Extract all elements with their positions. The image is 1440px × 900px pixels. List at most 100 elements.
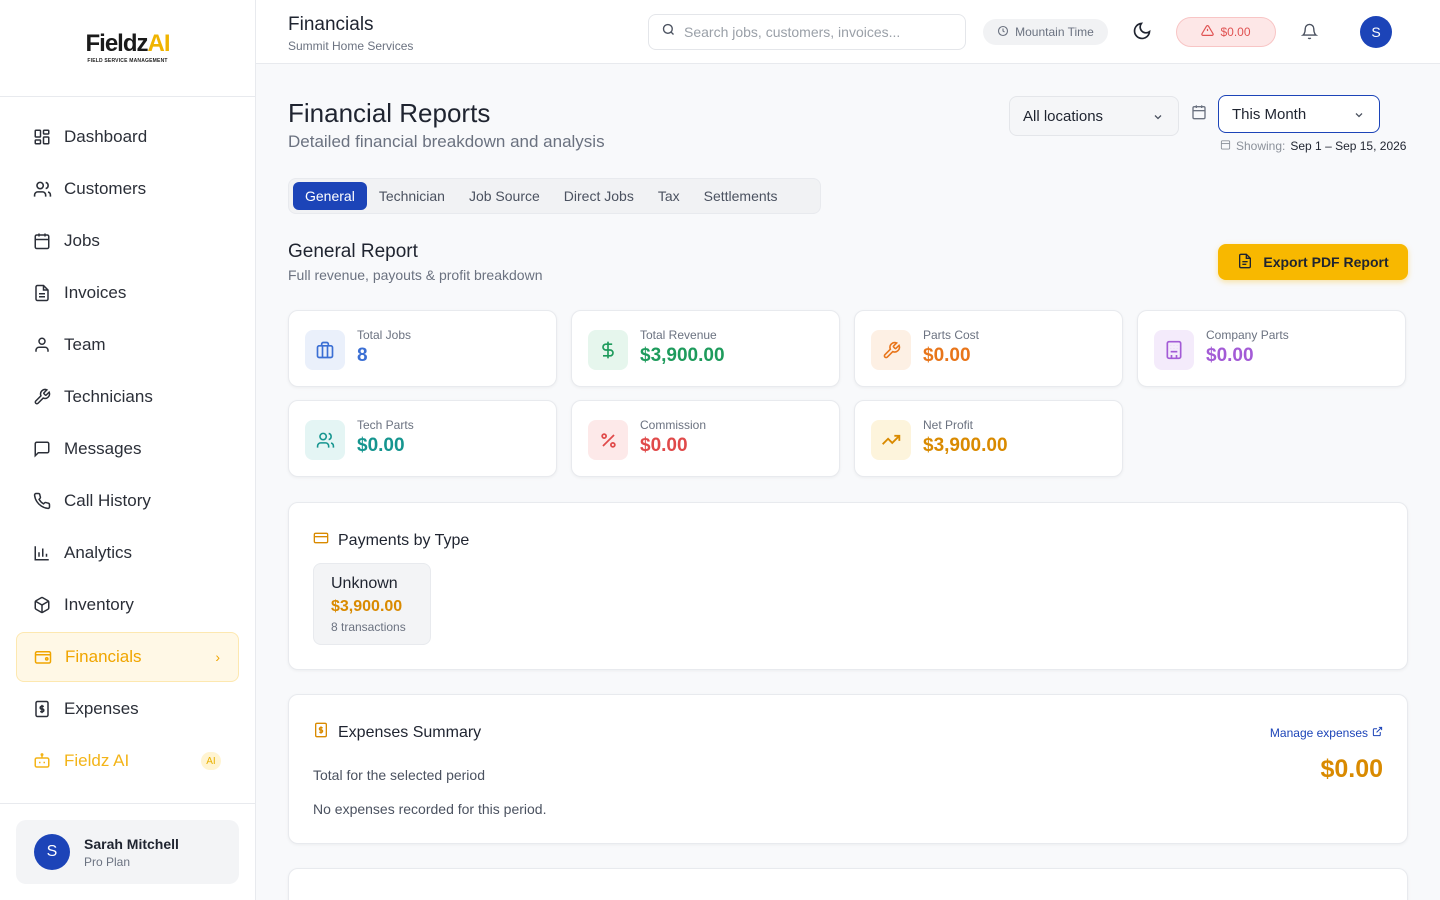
sidebar-item-label: Call History [64,491,151,510]
tab-tax[interactable]: Tax [646,182,692,210]
calendar-icon [32,231,52,251]
sidebar-item-label: Fieldz AI [64,751,130,770]
page-title: Financial Reports [288,98,491,128]
file-text-icon [1237,253,1253,272]
sidebar-item-label: Financials [65,647,142,666]
stat-card-commission: Commission $0.00 [571,400,840,477]
stat-card-total-jobs: Total Jobs 8 [288,310,557,387]
stat-label: Commission [640,418,707,432]
chevron-down-icon [1152,110,1164,127]
sidebar-item-label: Messages [64,439,142,458]
sidebar-item-customers[interactable]: Customers [16,163,239,215]
stat-label: Total Jobs [357,328,412,342]
timezone-badge[interactable]: Mountain Time [983,19,1108,45]
wrench-icon [32,387,52,407]
trending-up-icon [871,420,911,460]
payment-type-amount: $3,900.00 [331,598,403,615]
calendar-icon [1191,104,1207,125]
stat-card-tech-parts: Tech Parts $0.00 [288,400,557,477]
export-pdf-button[interactable]: Export PDF Report [1218,244,1408,280]
expenses-total-label: Total for the selected period [313,767,485,783]
sidebar-item-team[interactable]: Team [16,319,239,371]
logo-tagline: FIELD SERVICE MANAGEMENT [87,58,168,64]
sidebar-item-call-history[interactable]: Call History [16,475,239,527]
sidebar-item-inventory[interactable]: Inventory [16,579,239,631]
logo-ai: AI [147,30,171,57]
header-avatar[interactable]: S [1360,16,1392,48]
user-name: Sarah Mitchell [84,835,179,852]
user-icon [32,335,52,355]
dark-mode-toggle-moon-icon[interactable] [1132,21,1152,46]
tab-settlements[interactable]: Settlements [692,182,790,210]
report-tabs: General Technician Job Source Direct Job… [288,178,821,214]
bell-icon[interactable] [1300,23,1319,45]
payments-by-type-card: Payments by Type Unknown $3,900.00 8 tra… [288,502,1408,670]
header-title: Financials [288,14,374,35]
stat-value: $0.00 [1206,345,1254,366]
credit-card-icon [313,530,329,551]
briefcase-icon [305,330,345,370]
sidebar-item-jobs[interactable]: Jobs [16,215,239,267]
payment-type-item: Unknown $3,900.00 8 transactions [313,563,431,645]
payment-type-count: 8 transactions [331,620,406,634]
top-header: Financials Summit Home Services Mountain… [256,0,1440,64]
search-box[interactable] [648,14,966,50]
tab-job-source[interactable]: Job Source [457,182,552,210]
timezone-label: Mountain Time [1015,25,1094,39]
stat-value: $0.00 [357,435,405,456]
clock-icon [997,25,1009,40]
sidebar-item-label: Expenses [64,699,139,718]
sidebar-item-financials[interactable]: Financials › [16,632,239,682]
logo-name: Fieldz [85,30,148,57]
payment-type-name: Unknown [331,575,398,592]
package-icon [32,595,52,615]
sidebar-item-label: Inventory [64,595,134,614]
stat-card-net-profit: Net Profit $3,900.00 [854,400,1123,477]
user-plan: Pro Plan [84,854,131,869]
alert-amount: $0.00 [1220,25,1251,39]
sidebar-item-expenses[interactable]: Expenses [16,683,239,735]
stat-label: Tech Parts [357,418,414,432]
search-input[interactable] [684,24,944,40]
sidebar: FieldzAI FIELD SERVICE MANAGEMENT Dashbo… [0,0,256,900]
location-select[interactable]: All locations [1009,96,1179,136]
divider [0,803,256,804]
balance-alert-badge[interactable]: $0.00 [1176,17,1276,47]
location-select-value: All locations [1023,107,1104,125]
tab-technician[interactable]: Technician [367,182,457,210]
dashboard-grid-icon [32,127,52,147]
building-icon [1154,330,1194,370]
logo[interactable]: FieldzAI FIELD SERVICE MANAGEMENT [0,0,255,97]
sidebar-item-messages[interactable]: Messages [16,423,239,475]
expenses-summary-card: Expenses Summary Manage expenses Total f… [288,694,1408,844]
stat-label: Parts Cost [923,328,980,342]
stat-value: $3,900.00 [923,435,1008,456]
calendar-small-icon [1220,139,1231,153]
sidebar-item-analytics[interactable]: Analytics [16,527,239,579]
ai-badge: AI [201,752,221,770]
tab-general[interactable]: General [293,182,367,210]
user-profile-card[interactable]: S Sarah Mitchell Pro Plan [16,820,239,884]
report-subtitle: Full revenue, payouts & profit breakdown [288,267,543,283]
tab-direct-jobs[interactable]: Direct Jobs [552,182,646,210]
bar-chart-icon [32,543,52,563]
report-title: General Report [288,241,418,262]
sidebar-item-label: Technicians [64,387,153,406]
export-pdf-label: Export PDF Report [1263,254,1389,270]
expenses-title: Expenses Summary [338,723,482,741]
manage-expenses-link[interactable]: Manage expenses [1270,726,1383,740]
sidebar-item-label: Invoices [64,283,127,302]
wrench-icon [871,330,911,370]
phone-icon [32,491,52,511]
receipt-icon [32,699,52,719]
sidebar-item-technicians[interactable]: Technicians [16,371,239,423]
file-text-icon [32,283,52,303]
sidebar-item-dashboard[interactable]: Dashboard [16,111,239,163]
stat-card-total-revenue: Total Revenue $3,900.00 [571,310,840,387]
sidebar-item-invoices[interactable]: Invoices [16,267,239,319]
stat-label: Total Revenue [640,328,717,342]
sidebar-item-fieldz-ai[interactable]: Fieldz AI AI [16,735,239,787]
period-select[interactable]: This Month [1218,95,1380,133]
expenses-empty-text: No expenses recorded for this period. [313,801,547,817]
message-square-icon [32,439,52,459]
